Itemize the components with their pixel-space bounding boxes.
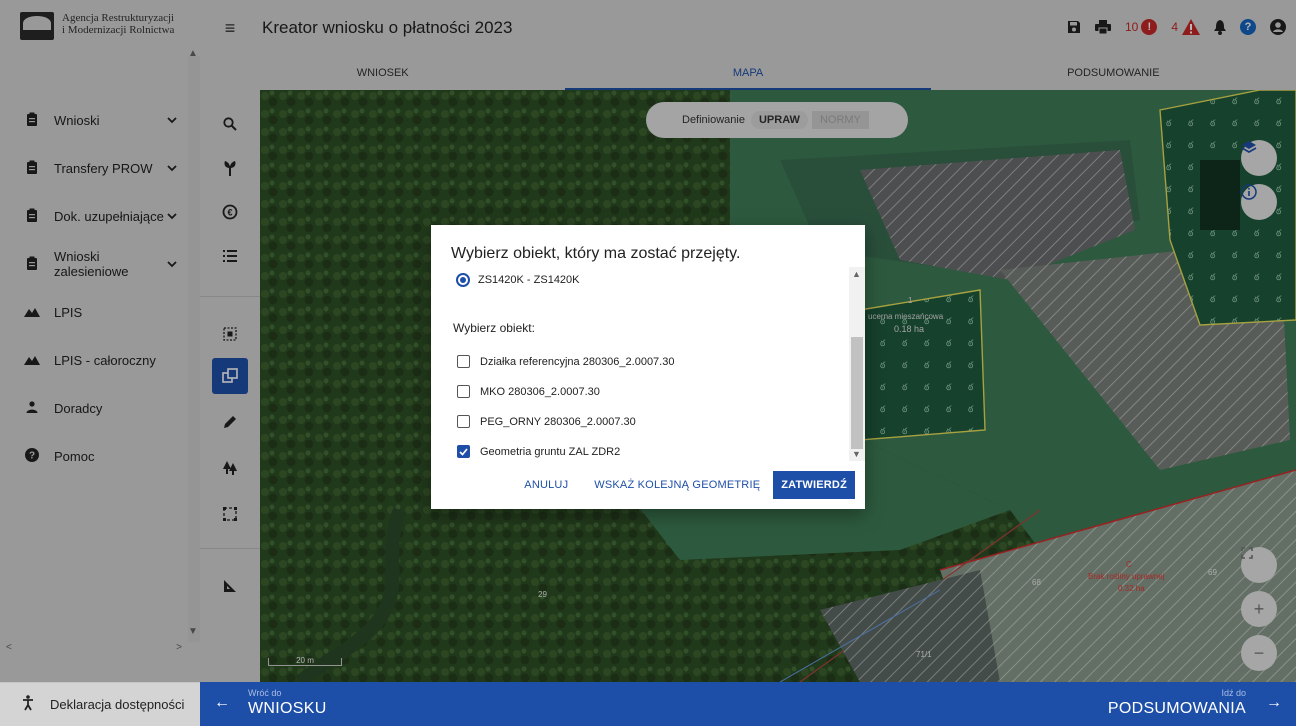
checkbox-checked-icon [457,445,470,458]
dialog-actions: ANULUJ WSKAŻ KOLEJNĄ GEOMETRIĘ ZATWIERDŹ [511,471,855,499]
option-dzialka-referencyjna[interactable]: Działka referencyjna 280306_2.0007.30 [457,355,674,368]
option-label: MKO 280306_2.0007.30 [480,385,600,398]
accessibility-icon [20,695,36,714]
scroll-up-icon[interactable]: ▲ [852,269,861,279]
option-geometria-gruntu[interactable]: Geometria gruntu ZAL ZDR2 [457,445,620,458]
section-label: Wybierz obiekt: [453,321,535,335]
object-radio-option[interactable]: ZS1420K - ZS1420K [456,273,580,287]
scroll-down-icon[interactable]: ▼ [852,449,861,459]
next-label: PODSUMOWANIA [1107,700,1246,717]
cancel-button[interactable]: ANULUJ [511,471,581,499]
option-label: PEG_ORNY 280306_2.0007.30 [480,415,636,428]
option-label: Działka referencyjna 280306_2.0007.30 [480,355,675,368]
option-peg-orny[interactable]: PEG_ORNY 280306_2.0007.30 [457,415,636,428]
back-label: WNIOSKU [248,700,327,717]
accessibility-link[interactable]: Deklaracja dostępności [0,682,200,726]
next-caption: Idź do [1221,688,1246,698]
checkbox-icon [457,385,470,398]
dialog-title: Wybierz obiekt, który ma zostać przejęty… [451,245,741,262]
accessibility-label: Deklaracja dostępności [50,697,185,712]
back-caption: Wróć do [248,688,282,698]
checkbox-icon [457,415,470,428]
confirm-button[interactable]: ZATWIERDŹ [773,471,855,499]
radio-selected-icon [456,273,470,287]
arrow-right-icon: → [1266,694,1282,711]
option-mko[interactable]: MKO 280306_2.0007.30 [457,385,600,398]
dialog-scrollbar[interactable]: ▲ ▼ [849,267,865,461]
dialog-body: ZS1420K - ZS1420K Wybierz obiekt: Działk… [431,267,849,461]
checkbox-icon [457,355,470,368]
next-geometry-button[interactable]: WSKAŻ KOLEJNĄ GEOMETRIĘ [581,471,773,499]
scrollbar-thumb[interactable] [851,337,863,449]
radio-option-label: ZS1420K - ZS1420K [478,274,580,286]
select-object-dialog: Wybierz obiekt, który ma zostać przejęty… [431,225,865,509]
option-label: Geometria gruntu ZAL ZDR2 [480,445,621,458]
arrow-left-icon: ← [214,694,230,711]
wizard-navigation-bar: ← Wróć do WNIOSKU Idź do PODSUMOWANIA → [200,682,1296,726]
